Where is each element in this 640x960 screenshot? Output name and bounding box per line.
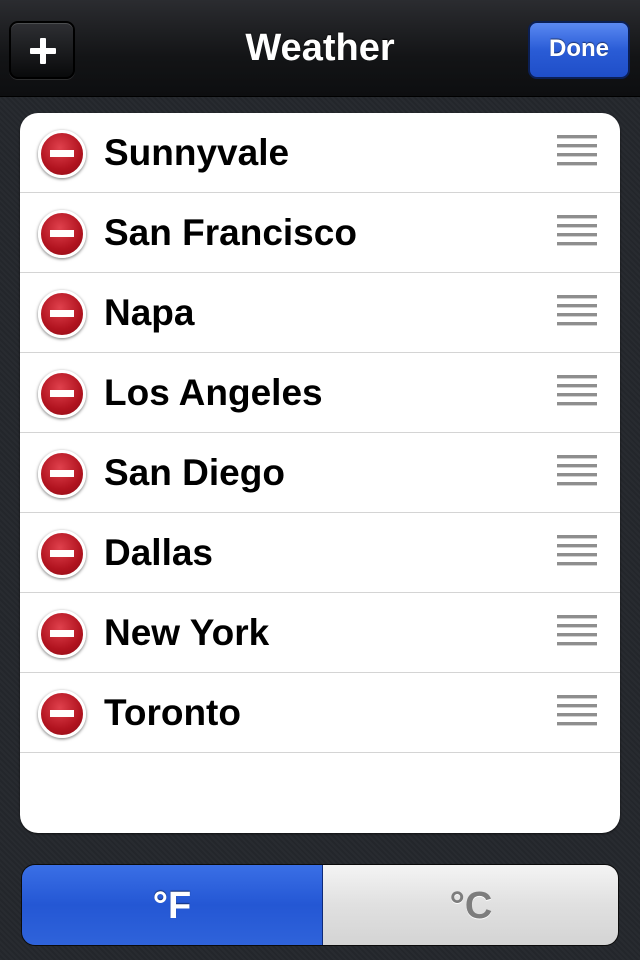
city-name: San Francisco xyxy=(104,212,357,253)
delete-minus-icon[interactable] xyxy=(38,690,86,738)
city-name: San Diego xyxy=(104,452,285,493)
reorder-grip-icon[interactable] xyxy=(557,455,597,491)
reorder-grip-icon[interactable] xyxy=(557,695,597,731)
city-row-los-angeles: Los Angeles xyxy=(20,353,620,433)
city-name: Dallas xyxy=(104,532,214,573)
navigation-bar: Weather Done xyxy=(0,0,640,97)
delete-minus-icon[interactable] xyxy=(38,450,86,498)
reorder-grip-icon[interactable] xyxy=(557,615,597,651)
city-list: Sunnyvale San Francisco Napa Los Angeles… xyxy=(20,113,620,833)
city-row-toronto: Toronto xyxy=(20,673,620,753)
fahrenheit-segment[interactable]: °F xyxy=(22,865,323,945)
delete-minus-icon[interactable] xyxy=(38,130,86,178)
city-name: Los Angeles xyxy=(104,372,323,413)
delete-minus-icon[interactable] xyxy=(38,290,86,338)
delete-minus-icon[interactable] xyxy=(38,530,86,578)
delete-minus-icon[interactable] xyxy=(38,210,86,258)
city-row-san-francisco: San Francisco xyxy=(20,193,620,273)
city-row-napa: Napa xyxy=(20,273,620,353)
delete-minus-icon[interactable] xyxy=(38,370,86,418)
reorder-grip-icon[interactable] xyxy=(557,295,597,331)
city-name: Toronto xyxy=(104,692,241,733)
city-name: Sunnyvale xyxy=(104,132,290,173)
reorder-grip-icon[interactable] xyxy=(557,135,597,171)
city-row-san-diego: San Diego xyxy=(20,433,620,513)
done-button[interactable]: Done xyxy=(528,21,630,79)
city-name: New York xyxy=(104,612,270,653)
temperature-unit-toggle: °F °C xyxy=(21,864,619,946)
reorder-grip-icon[interactable] xyxy=(557,215,597,251)
city-row-sunnyvale: Sunnyvale xyxy=(20,113,620,193)
city-row-dallas: Dallas xyxy=(20,513,620,593)
delete-minus-icon[interactable] xyxy=(38,610,86,658)
city-row-new-york: New York xyxy=(20,593,620,673)
reorder-grip-icon[interactable] xyxy=(557,535,597,571)
city-name: Napa xyxy=(104,292,195,333)
reorder-grip-icon[interactable] xyxy=(557,375,597,411)
celsius-segment[interactable]: °C xyxy=(323,865,618,945)
